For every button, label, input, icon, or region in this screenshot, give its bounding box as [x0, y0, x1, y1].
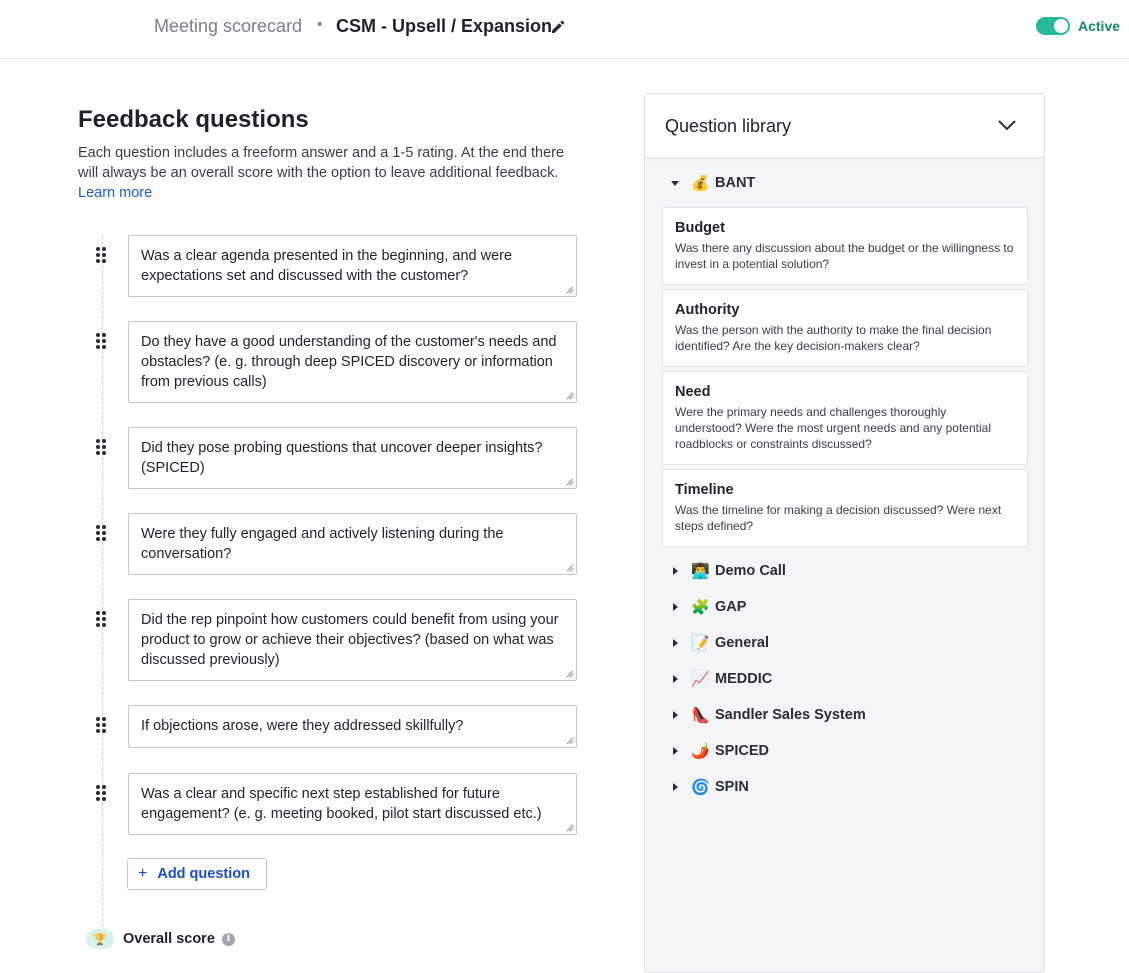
question-input[interactable]: Did they pose probing questions that unc…: [128, 427, 577, 489]
memo-icon: 📝: [691, 635, 710, 652]
question-input[interactable]: Did the rep pinpoint how customers could…: [128, 599, 577, 681]
plus-icon: +: [138, 865, 148, 882]
group-label: Demo Call: [715, 563, 786, 579]
learn-more-link[interactable]: Learn more: [78, 185, 152, 201]
library-group-spiced[interactable]: 🌶️ SPICED: [671, 740, 769, 762]
group-label: Sandler Sales System: [715, 707, 866, 723]
library-item-title: Timeline: [675, 482, 734, 498]
library-item-authority[interactable]: Authority Was the person with the author…: [662, 289, 1028, 367]
caret-right-icon: [673, 783, 678, 791]
resize-handle-icon[interactable]: [566, 564, 574, 572]
question-input[interactable]: Was a clear agenda presented in the begi…: [128, 235, 577, 297]
resize-handle-icon[interactable]: [566, 824, 574, 832]
active-toggle[interactable]: [1036, 17, 1070, 35]
feedback-questions-heading: Feedback questions: [78, 106, 309, 133]
question-input[interactable]: Do they have a good understanding of the…: [128, 321, 577, 403]
library-item-need[interactable]: Need Were the primary needs and challeng…: [662, 371, 1028, 465]
sandal-icon: 👠: [691, 707, 710, 724]
caret-down-icon: [671, 181, 679, 186]
chili-pepper-icon: 🌶️: [691, 743, 710, 760]
question-library-panel: Question library 💰 BANT Budget Was there…: [644, 93, 1045, 973]
library-item-description: Was there any discussion about the budge…: [675, 241, 1014, 271]
question-text: Did they pose probing questions that unc…: [141, 440, 543, 476]
drag-handle-icon[interactable]: [96, 247, 108, 265]
question-input[interactable]: Were they fully engaged and actively lis…: [128, 513, 577, 575]
description-text: Each question includes a freeform answer…: [78, 145, 565, 181]
library-group-demo-call[interactable]: 👨‍💻 Demo Call: [671, 560, 786, 582]
library-item-description: Was the timeline for making a decision d…: [675, 503, 1002, 533]
resize-handle-icon[interactable]: [566, 478, 574, 486]
drag-handle-icon[interactable]: [96, 439, 108, 457]
feedback-questions-description: Each question includes a freeform answer…: [78, 143, 568, 203]
caret-right-icon: [673, 603, 678, 611]
toggle-knob: [1054, 19, 1068, 33]
money-bag-icon: 💰: [691, 175, 710, 192]
drag-handle-icon[interactable]: [96, 717, 108, 735]
library-item-title: Need: [675, 384, 711, 400]
info-icon[interactable]: i: [221, 932, 235, 946]
library-group-spin[interactable]: 🌀 SPIN: [671, 776, 749, 798]
library-item-description: Were the primary needs and challenges th…: [675, 405, 991, 451]
breadcrumb-separator: •: [317, 16, 323, 33]
question-text: Was a clear agenda presented in the begi…: [141, 248, 513, 284]
overall-score-row: 🏆 Overall score i: [86, 928, 235, 950]
add-question-button[interactable]: + Add question: [127, 858, 267, 890]
library-item-timeline[interactable]: Timeline Was the timeline for making a d…: [662, 469, 1028, 547]
question-text: Was a clear and specific next step estab…: [141, 786, 542, 822]
chart-increasing-icon: 📈: [691, 671, 710, 688]
caret-right-icon: [673, 711, 678, 719]
library-group-sandler[interactable]: 👠 Sandler Sales System: [671, 704, 866, 726]
group-label: MEDDIC: [715, 671, 773, 687]
trophy-icon: 🏆: [86, 929, 114, 949]
library-group-bant[interactable]: 💰 BANT: [671, 172, 755, 194]
resize-handle-icon[interactable]: [566, 737, 574, 745]
overall-score-label: Overall score: [123, 931, 215, 947]
library-group-general[interactable]: 📝 General: [671, 632, 769, 654]
drag-handle-icon[interactable]: [96, 525, 108, 543]
group-label: SPIN: [715, 779, 749, 795]
library-item-title: Authority: [675, 302, 740, 318]
group-label: General: [715, 635, 769, 651]
caret-right-icon: [673, 567, 678, 575]
question-text: Do they have a good understanding of the…: [141, 334, 557, 390]
question-input[interactable]: If objections arose, were they addressed…: [128, 705, 577, 748]
resize-handle-icon[interactable]: [566, 286, 574, 294]
question-library-title: Question library: [665, 116, 792, 136]
drag-handle-icon[interactable]: [96, 611, 108, 629]
breadcrumb-parent[interactable]: Meeting scorecard: [154, 16, 302, 37]
chevron-down-icon[interactable]: [997, 118, 1017, 132]
cyclone-icon: 🌀: [691, 779, 710, 796]
caret-right-icon: [673, 747, 678, 755]
library-item-budget[interactable]: Budget Was there any discussion about th…: [662, 207, 1028, 285]
resize-handle-icon[interactable]: [566, 392, 574, 400]
caret-right-icon: [673, 639, 678, 647]
question-text: Were they fully engaged and actively lis…: [141, 526, 504, 562]
library-item-description: Was the person with the authority to mak…: [675, 323, 992, 353]
resize-handle-icon[interactable]: [566, 670, 574, 678]
drag-handle-icon[interactable]: [96, 785, 108, 803]
pencil-edit-icon[interactable]: [550, 19, 566, 35]
group-label: SPICED: [715, 743, 769, 759]
group-label: BANT: [715, 175, 756, 191]
library-group-gap[interactable]: 🧩 GAP: [671, 596, 746, 618]
add-question-label: Add question: [157, 866, 250, 882]
question-text: Did the rep pinpoint how customers could…: [141, 612, 559, 668]
library-group-meddic[interactable]: 📈 MEDDIC: [671, 668, 772, 690]
caret-right-icon: [673, 675, 678, 683]
group-label: GAP: [715, 599, 747, 615]
scorecard-title: CSM - Upsell / Expansion: [336, 16, 553, 36]
library-item-title: Budget: [675, 220, 725, 236]
question-library-header[interactable]: Question library: [645, 94, 1044, 158]
top-bar: Meeting scorecard • CSM - Upsell / Expan…: [0, 0, 1129, 59]
technologist-icon: 👨‍💻: [691, 563, 710, 580]
question-input[interactable]: Was a clear and specific next step estab…: [128, 773, 577, 835]
active-toggle-label: Active: [1078, 18, 1121, 34]
puzzle-icon: 🧩: [691, 599, 710, 616]
question-text: If objections arose, were they addressed…: [141, 718, 464, 734]
drag-handle-icon[interactable]: [96, 333, 108, 351]
